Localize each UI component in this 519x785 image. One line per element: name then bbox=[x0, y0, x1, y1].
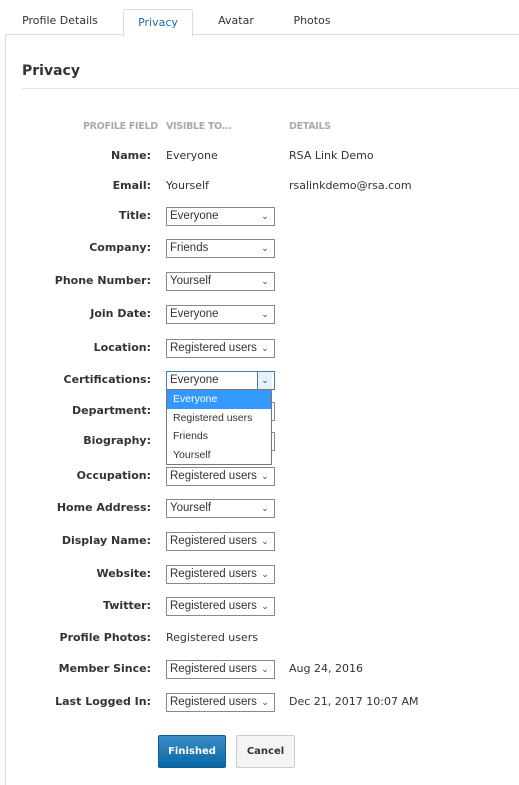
field-label-home-address: Home Address: bbox=[56, 501, 151, 514]
dropdown-option[interactable]: Registered users bbox=[167, 409, 271, 428]
field-label-title: Title: bbox=[118, 209, 151, 222]
field-label-display-name: Display Name: bbox=[61, 534, 151, 547]
selected-value: Registered users bbox=[170, 696, 257, 708]
visibility-select-home-address[interactable]: Yourself ⌄ bbox=[166, 499, 275, 518]
selected-value: Registered users bbox=[170, 470, 257, 482]
details-name: RSA Link Demo bbox=[289, 149, 374, 162]
visibility-select-website[interactable]: Registered users ⌄ bbox=[166, 565, 275, 584]
page-title: Privacy bbox=[22, 63, 80, 79]
chevron-down-icon: ⌄ bbox=[261, 211, 269, 221]
visibility-select-join-date[interactable]: Everyone ⌄ bbox=[166, 305, 275, 324]
details-email: rsalinkdemo@rsa.com bbox=[289, 179, 412, 192]
field-label-last-logged-in: Last Logged In: bbox=[55, 695, 151, 708]
visibility-select-title[interactable]: Everyone ⌄ bbox=[166, 207, 275, 226]
details-last-logged-in: Dec 21, 2017 10:07 AM bbox=[289, 695, 419, 708]
dropdown-option[interactable]: Friends bbox=[167, 427, 271, 446]
visibility-value-name: Everyone bbox=[166, 149, 218, 162]
chevron-down-icon: ⌄ bbox=[261, 276, 269, 286]
field-label-biography: Biography: bbox=[83, 434, 151, 447]
field-label-phone-number: Phone Number: bbox=[54, 274, 151, 287]
field-label-department: Department: bbox=[72, 404, 151, 417]
field-label-twitter: Twitter: bbox=[102, 599, 151, 612]
chevron-down-icon: ⌄ bbox=[261, 309, 269, 319]
chevron-down-icon: ⌄ bbox=[257, 372, 272, 389]
chevron-down-icon: ⌄ bbox=[261, 601, 269, 611]
selected-value: Registered users bbox=[170, 535, 257, 547]
chevron-down-icon: ⌄ bbox=[261, 569, 269, 579]
header-profile-field: PROFILE FIELD bbox=[83, 121, 158, 132]
field-label-join-date: Join Date: bbox=[90, 307, 151, 320]
field-label-company: Company: bbox=[89, 241, 151, 254]
visibility-value-email: Yourself bbox=[166, 179, 209, 192]
field-label-occupation: Occupation: bbox=[76, 469, 151, 482]
visibility-select-twitter[interactable]: Registered users ⌄ bbox=[166, 597, 275, 616]
field-label-email: Email: bbox=[112, 179, 151, 192]
selected-value: Registered users bbox=[170, 663, 257, 675]
visibility-select-certifications[interactable]: Everyone ⌄ bbox=[166, 371, 275, 390]
field-label-certifications: Certifications: bbox=[63, 373, 151, 386]
selected-value: Registered users bbox=[170, 568, 257, 580]
visibility-select-phone-number[interactable]: Yourself ⌄ bbox=[166, 272, 275, 291]
details-member-since: Aug 24, 2016 bbox=[289, 662, 363, 675]
selected-value: Registered users bbox=[170, 342, 257, 354]
visibility-select-display-name[interactable]: Registered users ⌄ bbox=[166, 532, 275, 551]
selected-value: Registered users bbox=[170, 600, 257, 612]
finished-button[interactable]: Finished bbox=[158, 735, 226, 768]
divider bbox=[22, 88, 519, 89]
visibility-select-company[interactable]: Friends ⌄ bbox=[166, 239, 275, 258]
visibility-select-member-since[interactable]: Registered users ⌄ bbox=[166, 660, 275, 679]
tab-privacy[interactable]: Privacy bbox=[123, 9, 193, 37]
selected-value: Everyone bbox=[170, 308, 219, 320]
header-details: DETAILS bbox=[289, 121, 331, 132]
chevron-down-icon: ⌄ bbox=[261, 664, 269, 674]
cancel-button[interactable]: Cancel bbox=[236, 735, 295, 768]
tab-profile-details[interactable]: Profile Details bbox=[14, 8, 106, 34]
dropdown-option[interactable]: Everyone bbox=[167, 390, 271, 409]
selected-value: Friends bbox=[170, 242, 209, 254]
selected-value: Yourself bbox=[170, 275, 212, 287]
field-label-member-since: Member Since: bbox=[58, 662, 151, 675]
visibility-value-profile-photos: Registered users bbox=[166, 631, 259, 644]
chevron-down-icon: ⌄ bbox=[261, 503, 269, 513]
dropdown-option[interactable]: Yourself bbox=[167, 446, 271, 465]
chevron-down-icon: ⌄ bbox=[261, 243, 269, 253]
tab-photos[interactable]: Photos bbox=[284, 8, 340, 34]
field-label-website: Website: bbox=[96, 567, 151, 580]
chevron-down-icon: ⌄ bbox=[261, 343, 269, 353]
field-label-location: Location: bbox=[93, 341, 151, 354]
chevron-down-icon: ⌄ bbox=[261, 697, 269, 707]
visibility-select-occupation[interactable]: Registered users ⌄ bbox=[166, 467, 275, 486]
visibility-select-location[interactable]: Registered users ⌄ bbox=[166, 339, 275, 358]
chevron-down-icon: ⌄ bbox=[261, 471, 269, 481]
selected-value: Everyone bbox=[170, 210, 219, 222]
visibility-dropdown-list: Everyone Registered users Friends Yourself bbox=[166, 389, 272, 465]
field-label-name: Name: bbox=[111, 149, 151, 162]
selected-value: Yourself bbox=[170, 502, 212, 514]
chevron-down-icon: ⌄ bbox=[261, 536, 269, 546]
tab-avatar[interactable]: Avatar bbox=[208, 8, 264, 34]
field-label-profile-photos: Profile Photos: bbox=[59, 631, 151, 644]
visibility-select-last-logged-in[interactable]: Registered users ⌄ bbox=[166, 693, 275, 712]
header-visible-to: VISIBLE TO... bbox=[166, 121, 232, 132]
selected-value: Everyone bbox=[170, 374, 219, 386]
